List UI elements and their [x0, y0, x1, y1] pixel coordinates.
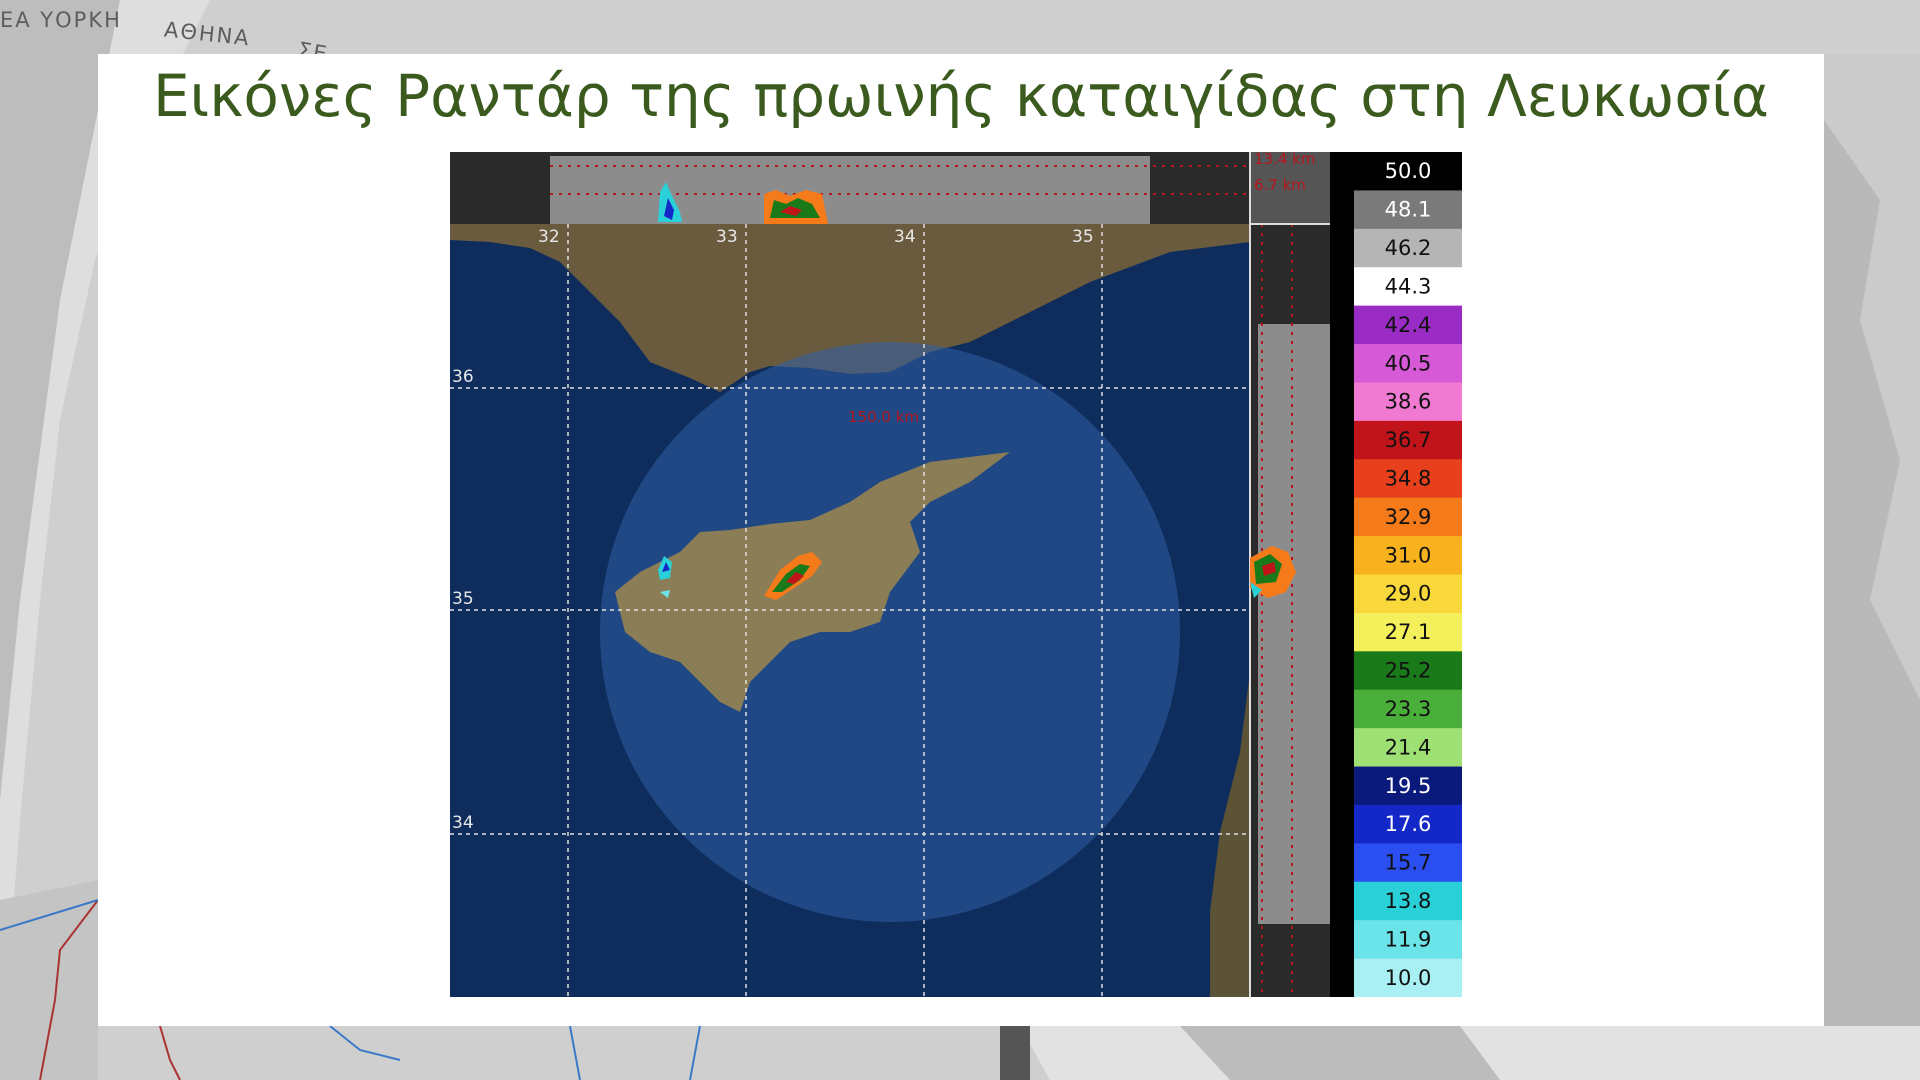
- city-label: ΕΑ ΥΟΡΚΗ: [0, 8, 122, 32]
- longitude-label: 33: [716, 227, 738, 247]
- scale-value-label: 13.8: [1385, 889, 1432, 913]
- slide: Εικόνες Ραντάρ της πρωινής καταιγίδας στ…: [98, 54, 1824, 1026]
- latitude-label: 34: [452, 813, 474, 833]
- scale-value-label: 36.7: [1385, 428, 1432, 452]
- scale-value-label: 15.7: [1385, 851, 1432, 875]
- longitude-label: 35: [1072, 227, 1094, 247]
- scale-value-label: 25.2: [1385, 659, 1432, 683]
- scale-value-label: 17.6: [1385, 812, 1432, 836]
- scale-value-label: 10.0: [1385, 966, 1432, 990]
- scale-value-label: 29.0: [1385, 582, 1432, 606]
- scale-value-label: 38.6: [1385, 390, 1432, 414]
- scale-value-label: 44.3: [1385, 274, 1432, 298]
- scale-value-label: 42.4: [1385, 313, 1432, 337]
- scale-value-label: 19.5: [1385, 774, 1432, 798]
- scale-value-label: 48.1: [1385, 198, 1432, 222]
- scale-value-label: 27.1: [1385, 620, 1432, 644]
- scale-value-label: 46.2: [1385, 236, 1432, 260]
- longitude-label: 32: [538, 227, 560, 247]
- longitude-label: 34: [894, 227, 916, 247]
- slide-title: Εικόνες Ραντάρ της πρωινής καταιγίδας στ…: [152, 62, 1770, 130]
- scale-value-label: 34.8: [1385, 466, 1432, 490]
- scale-value-label: 21.4: [1385, 735, 1432, 759]
- latitude-label: 36: [452, 367, 474, 387]
- scale-value-label: 40.5: [1385, 351, 1432, 375]
- scale-value-label: 31.0: [1385, 543, 1432, 567]
- scale-value-label: 32.9: [1385, 505, 1432, 529]
- latitude-label: 35: [452, 589, 474, 609]
- range-label: 150.0 km: [848, 408, 919, 426]
- scale-value-label: 50.0: [1385, 159, 1432, 183]
- radar-image: 32 33 34 35 36 35 34 150.0 km 13.4 km 6.…: [450, 152, 1462, 997]
- scale-value-label: 11.9: [1385, 927, 1432, 951]
- height-label: 6.7 km: [1254, 176, 1306, 194]
- scale-value-label: 23.3: [1385, 697, 1432, 721]
- height-label: 13.4 km: [1254, 152, 1315, 168]
- reflectivity-scale: 50.0 48.1 46.2 44.3 42.4 40.5 38.6 36.7 34.8 32.9…: [1354, 152, 1462, 997]
